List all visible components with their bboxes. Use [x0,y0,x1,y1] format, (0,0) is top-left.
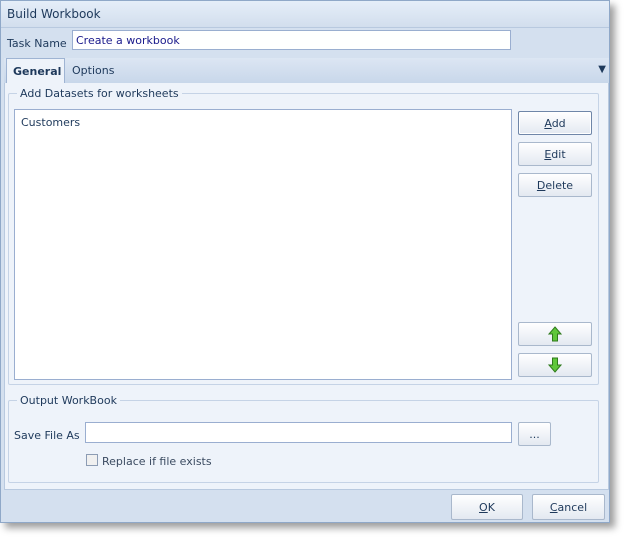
tab-general[interactable]: General [6,58,65,84]
task-name-label: Task Name [7,37,67,50]
output-group: Output WorkBook Save File As ... Replace… [8,394,599,483]
datasets-group: Add Datasets for worksheets Customers Ad… [8,87,599,385]
cancel-button[interactable]: Cancel [532,494,605,520]
save-file-as-label: Save File As [14,429,80,442]
general-tab-panel: Add Datasets for worksheets Customers Ad… [4,83,609,489]
datasets-list[interactable]: Customers [14,109,512,380]
list-item[interactable]: Customers [21,116,80,129]
title-bar[interactable]: Build Workbook [1,1,609,28]
tab-dropdown-icon[interactable]: ▼ [598,64,606,75]
build-workbook-dialog: Build Workbook Task Name General Options… [0,0,610,523]
replace-checkbox[interactable] [86,454,98,466]
ok-button[interactable]: OK [451,494,523,520]
add-button[interactable]: Add [518,111,592,135]
move-up-button[interactable] [518,322,592,346]
output-group-title: Output WorkBook [17,394,120,407]
tab-options[interactable]: Options [66,58,126,83]
window-title: Build Workbook [7,7,101,21]
browse-button[interactable]: ... [518,422,551,446]
arrow-up-icon [548,326,562,342]
move-down-button[interactable] [518,353,592,377]
tab-general-label: General [13,65,62,78]
edit-button[interactable]: Edit [518,142,592,166]
button-bar: OK Cancel [4,489,609,522]
tab-strip: General Options ▼ [4,58,609,84]
delete-button[interactable]: Delete [518,173,592,197]
save-file-input[interactable] [85,422,512,443]
replace-checkbox-label: Replace if file exists [102,455,212,468]
task-name-input[interactable] [72,30,511,50]
arrow-down-icon [548,357,562,373]
tab-options-label: Options [72,64,115,77]
datasets-group-title: Add Datasets for worksheets [17,87,182,100]
